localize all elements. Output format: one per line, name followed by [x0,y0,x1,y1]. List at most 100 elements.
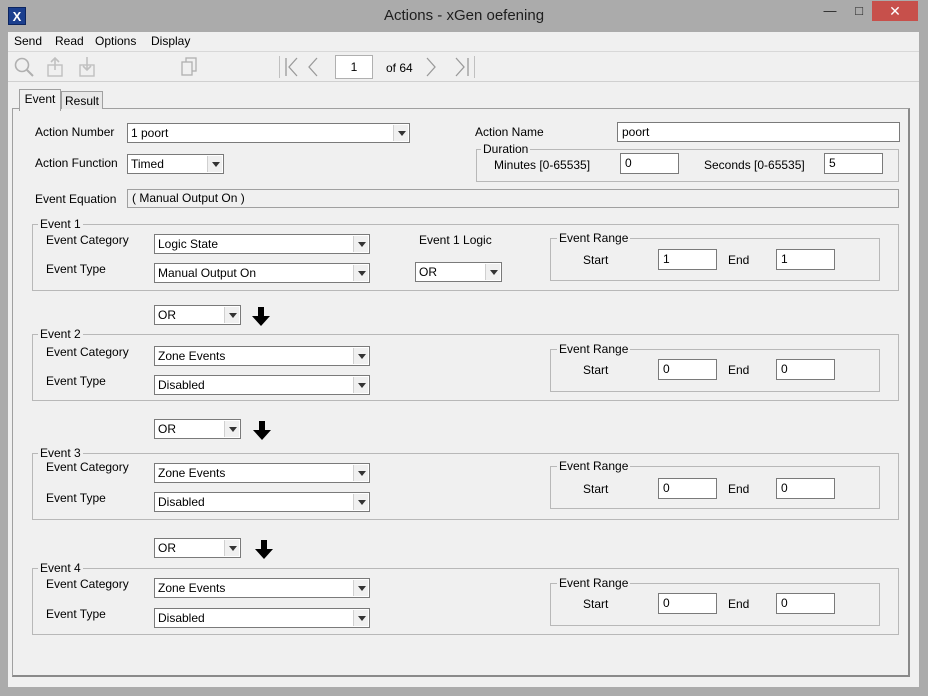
event-2-category-select[interactable]: Zone Events [154,346,370,366]
tab-event[interactable]: Event [19,89,61,111]
event-2-start-input[interactable]: 0 [658,359,717,380]
event-1-type-label: Event Type [46,262,106,276]
download-icon[interactable] [77,56,97,78]
menu-read[interactable]: Read [55,34,84,48]
action-number-value: 1 poort [131,126,169,140]
event-1-logic-select[interactable]: OR [415,262,502,282]
event-1-logic-value: OR [419,265,437,279]
action-number-label: Action Number [35,125,115,139]
chevron-down-icon[interactable] [353,465,368,481]
connector-3-select[interactable]: OR [154,538,241,558]
chevron-down-icon[interactable] [224,421,239,437]
action-function-value: Timed [131,157,164,171]
event-4-end-input[interactable]: 0 [776,593,835,614]
event-3-end-input[interactable]: 0 [776,478,835,499]
chevron-down-icon[interactable] [353,377,368,393]
event-3-type-select[interactable]: Disabled [154,492,370,512]
action-name-input[interactable]: poort [617,122,900,142]
event-3-range-title: Event Range [557,459,631,473]
event-1-category-label: Event Category [46,233,129,247]
menu-options[interactable]: Options [95,34,136,48]
event-equation-field: ( Manual Output On ) [127,189,899,208]
event-2-category-value: Zone Events [158,349,226,363]
action-function-select[interactable]: Timed [127,154,224,174]
search-icon[interactable] [13,56,35,78]
event-2-start-label: Start [583,363,609,377]
event-2-end-label: End [728,363,750,377]
chevron-down-icon[interactable] [224,540,239,556]
chevron-down-icon[interactable] [207,156,222,172]
connector-1-value: OR [158,308,176,322]
event-2-type-label: Event Type [46,374,106,388]
close-button[interactable]: ✕ [872,1,918,21]
event-1-category-value: Logic State [158,237,219,251]
menu-bar [8,32,919,52]
previous-page-icon[interactable] [305,56,321,78]
event-4-start-label: Start [583,597,609,611]
event-1-start-label: Start [583,253,609,267]
chevron-down-icon[interactable] [353,610,368,626]
arrow-down-icon [255,540,273,559]
minutes-input[interactable]: 0 [620,153,679,174]
event-4-type-select[interactable]: Disabled [154,608,370,628]
arrow-down-icon [253,421,271,440]
connector-1-select[interactable]: OR [154,305,241,325]
connector-2-value: OR [158,422,176,436]
event-3-end-label: End [728,482,750,496]
chevron-down-icon[interactable] [353,580,368,596]
menu-display[interactable]: Display [151,34,190,48]
next-page-icon[interactable] [423,56,439,78]
connector-3-value: OR [158,541,176,555]
first-page-icon[interactable] [283,56,301,78]
action-function-label: Action Function [35,156,118,170]
event-2-type-select[interactable]: Disabled [154,375,370,395]
toolbar-separator [279,56,280,78]
maximize-button[interactable]: □ [847,0,871,21]
event-4-title: Event 4 [38,561,83,575]
event-3-category-value: Zone Events [158,466,226,480]
chevron-down-icon[interactable] [353,265,368,281]
chevron-down-icon[interactable] [353,494,368,510]
window-title: Actions - xGen oefening [383,7,545,24]
actions-window: X Actions - xGen oefening — □ ✕ Send Rea… [0,0,928,696]
event-3-type-label: Event Type [46,491,106,505]
action-number-select[interactable]: 1 poort [127,123,410,143]
event-4-end-label: End [728,597,750,611]
copy-icon[interactable] [179,56,199,78]
upload-icon[interactable] [45,56,65,78]
page-count-label: of 64 [386,61,413,75]
minimize-button[interactable]: — [818,0,842,21]
event-1-type-select[interactable]: Manual Output On [154,263,370,283]
event-3-category-select[interactable]: Zone Events [154,463,370,483]
event-4-type-value: Disabled [158,611,205,625]
tab-result[interactable]: Result [61,91,103,109]
menu-send[interactable]: Send [14,34,42,48]
seconds-input[interactable]: 5 [824,153,883,174]
event-1-start-input[interactable]: 1 [658,249,717,270]
event-1-category-select[interactable]: Logic State [154,234,370,254]
chevron-down-icon[interactable] [353,236,368,252]
connector-2-select[interactable]: OR [154,419,241,439]
event-equation-label: Event Equation [35,192,117,206]
chevron-down-icon[interactable] [353,348,368,364]
event-1-end-label: End [728,253,750,267]
last-page-icon[interactable] [452,56,472,78]
event-3-start-input[interactable]: 0 [658,478,717,499]
event-3-title: Event 3 [38,446,83,460]
event-4-category-label: Event Category [46,577,129,591]
chevron-down-icon[interactable] [485,264,500,280]
event-1-range-title: Event Range [557,231,631,245]
minutes-label: Minutes [0-65535] [494,158,591,172]
event-3-category-label: Event Category [46,460,129,474]
event-4-start-input[interactable]: 0 [658,593,717,614]
chevron-down-icon[interactable] [224,307,239,323]
event-1-title: Event 1 [38,217,83,231]
event-2-end-input[interactable]: 0 [776,359,835,380]
page-number-input[interactable]: 1 [335,55,373,79]
event-4-type-label: Event Type [46,607,106,621]
seconds-label: Seconds [0-65535] [704,158,805,172]
chevron-down-icon[interactable] [393,125,408,141]
event-4-category-select[interactable]: Zone Events [154,578,370,598]
toolbar-separator [474,56,475,78]
event-1-end-input[interactable]: 1 [776,249,835,270]
